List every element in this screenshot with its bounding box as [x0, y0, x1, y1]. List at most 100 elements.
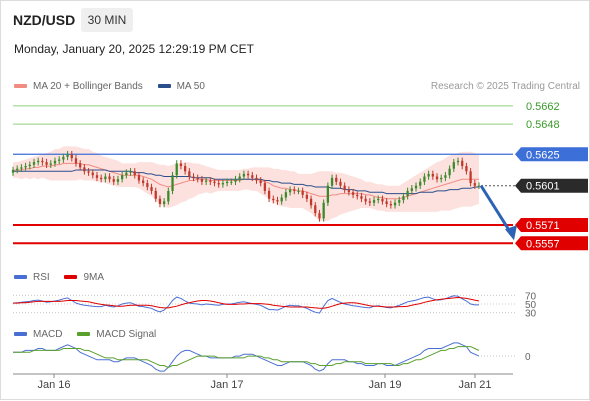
- candle-body: [427, 173, 430, 177]
- candle-body: [213, 181, 216, 184]
- candle-body: [217, 183, 220, 185]
- candle-body: [440, 177, 443, 180]
- candle-body: [410, 188, 413, 191]
- candle-body: [62, 156, 65, 160]
- candle-body: [251, 175, 254, 178]
- candle-body: [162, 201, 166, 205]
- candle-body: [335, 177, 338, 182]
- bollinger-band: [13, 146, 479, 221]
- candle-body: [238, 176, 241, 180]
- candle-body: [11, 169, 15, 173]
- candle-body: [234, 179, 237, 182]
- candle-body: [402, 196, 405, 201]
- candle-body: [133, 171, 136, 176]
- candle-body: [154, 190, 157, 199]
- candle-body: [121, 175, 124, 180]
- candle-body: [70, 154, 73, 159]
- candle-body: [246, 173, 250, 176]
- candle-body: [406, 190, 409, 197]
- candle-body: [272, 198, 275, 201]
- level-label-last: 0.5601: [526, 181, 560, 193]
- candle-body: [125, 172, 128, 176]
- candle-body: [330, 177, 334, 186]
- candle-body: [16, 168, 19, 170]
- candle-body: [347, 189, 351, 193]
- candle-body: [104, 176, 107, 180]
- candle-body: [301, 190, 304, 195]
- candle-body: [456, 160, 460, 163]
- candle-body: [473, 183, 476, 186]
- candle-body: [188, 171, 191, 177]
- candle-body: [37, 160, 40, 163]
- candle-body: [53, 160, 57, 164]
- candle-body: [393, 202, 397, 206]
- rsi-ma-line: [13, 296, 480, 309]
- candle-body: [95, 175, 99, 178]
- candle-body: [87, 171, 90, 173]
- candle-body: [230, 181, 233, 183]
- candle-body: [423, 176, 426, 182]
- candle-body: [49, 163, 52, 165]
- candle-body: [74, 158, 78, 164]
- candle-body: [364, 198, 367, 202]
- candle-body: [267, 190, 271, 199]
- candle-body: [116, 179, 120, 182]
- forecast-arrow-shaft: [479, 184, 513, 235]
- candle-body: [343, 185, 346, 190]
- candle-body: [398, 200, 401, 203]
- candle-body: [175, 163, 178, 176]
- candle-body: [91, 172, 94, 176]
- candle-body: [452, 162, 455, 169]
- level-label-pivot: 0.5625: [526, 149, 560, 161]
- level-label-resistance: 0.5662: [526, 101, 560, 113]
- candle-body: [255, 177, 258, 181]
- candle-body: [183, 166, 187, 172]
- candle-body: [372, 200, 376, 203]
- candle-body: [381, 198, 384, 202]
- candle-body: [146, 183, 149, 188]
- candle-body: [100, 177, 103, 180]
- candle-body: [209, 180, 212, 182]
- candle-body: [263, 183, 267, 191]
- candle-body: [129, 171, 132, 173]
- candle-body: [448, 168, 451, 176]
- candle-body: [339, 181, 342, 186]
- candle-body: [196, 177, 199, 180]
- candle-body: [276, 200, 279, 202]
- candle-body: [309, 198, 313, 206]
- candle-body: [158, 198, 162, 205]
- candle-body: [28, 164, 31, 167]
- candle-body: [414, 185, 418, 189]
- candle-body: [431, 173, 434, 177]
- candle-body: [360, 196, 363, 199]
- x-tick-label: Jan 16: [37, 379, 70, 391]
- macd-tick-label: 0: [525, 352, 531, 363]
- candle-body: [242, 173, 246, 177]
- candle-body: [221, 183, 225, 185]
- candle-body: [297, 190, 300, 192]
- candle-body: [461, 160, 464, 167]
- candle-body: [32, 162, 36, 165]
- rsi-tick-label: 30: [525, 309, 537, 320]
- candle-body: [45, 162, 48, 165]
- candle-body: [314, 205, 317, 214]
- candle-body: [58, 159, 61, 161]
- price-chart-canvas: 0.56620.56480.56250.56010.55710.55577050…: [11, 101, 588, 391]
- candle-body: [305, 194, 309, 199]
- candle-body: [280, 197, 283, 202]
- candle-body: [419, 181, 422, 186]
- candle-body: [137, 175, 141, 181]
- level-label-support: 0.5571: [526, 220, 560, 232]
- candle-body: [79, 163, 82, 168]
- candle-body: [351, 192, 355, 195]
- candle-body: [20, 167, 23, 169]
- candle-body: [469, 171, 472, 184]
- candle-body: [326, 185, 330, 203]
- candle-body: [356, 194, 359, 197]
- x-tick-label: Jan 21: [458, 379, 491, 391]
- candle-body: [293, 189, 296, 191]
- chart-widget: NZD/USD 30 MIN Monday, January 20, 2025 …: [0, 0, 590, 400]
- macd-signal-line: [13, 346, 480, 368]
- candle-body: [108, 176, 111, 180]
- candle-body: [259, 180, 262, 184]
